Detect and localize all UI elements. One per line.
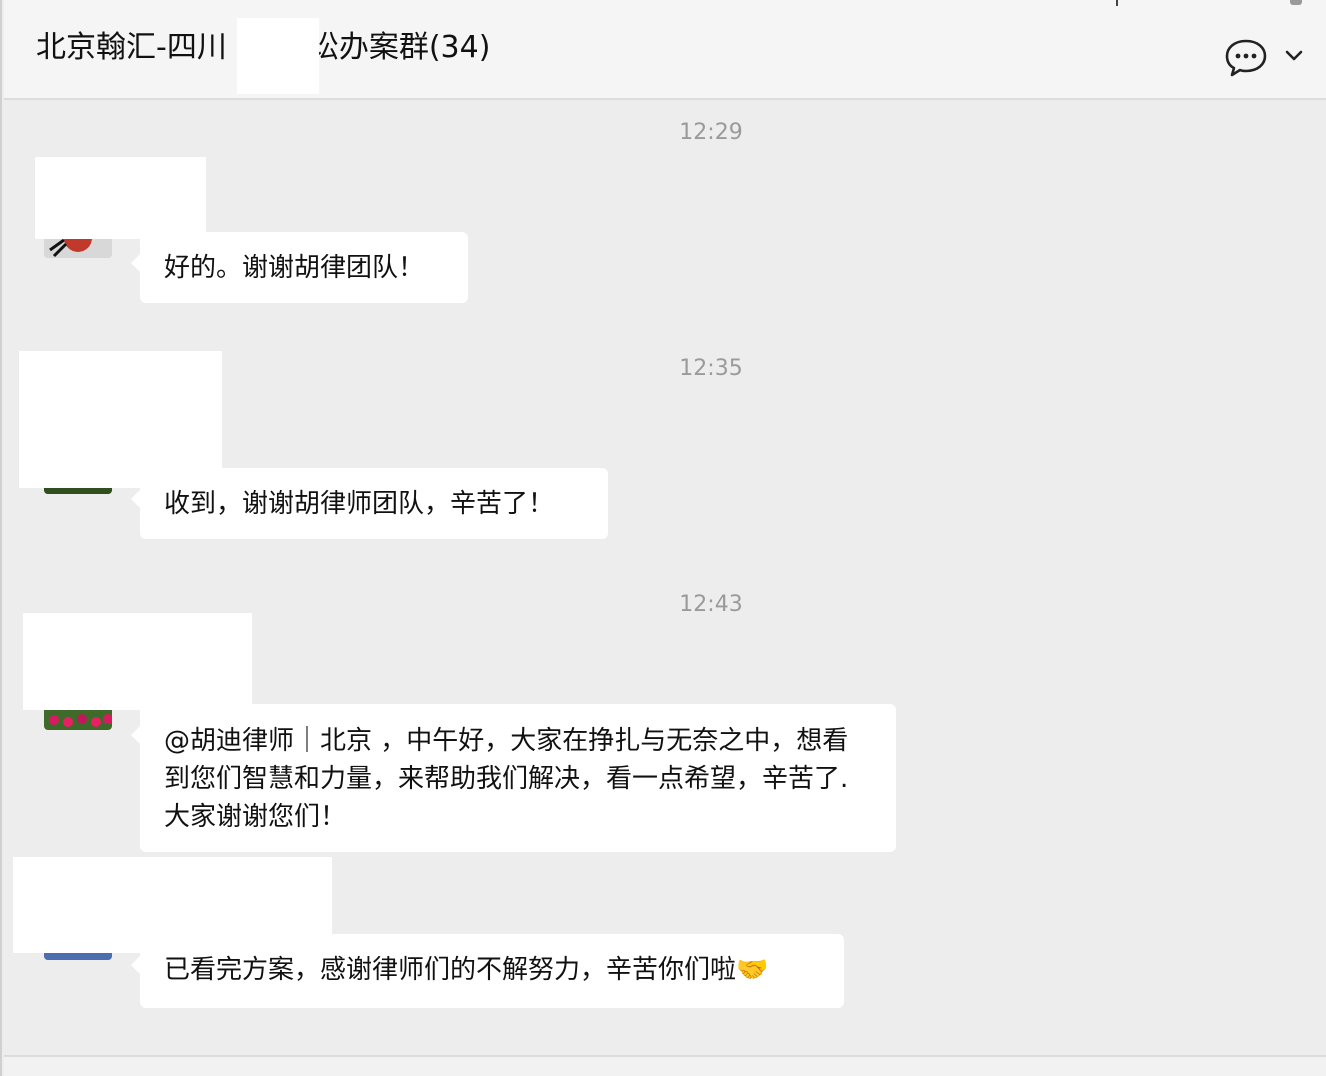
toolbar-tick <box>1290 0 1302 5</box>
message-bubble[interactable]: 收到，谢谢胡律师团队，辛苦了！ <box>131 468 608 539</box>
message-text: 收到，谢谢胡律师团队，辛苦了！ <box>164 489 555 519</box>
message-text: 已看完方案，感谢律师们的不解努力，辛苦你们啦🤝 <box>164 955 769 985</box>
chat-title-prefix: 北京翰汇-四川 <box>36 30 227 65</box>
message-timestamp: 12:35 <box>679 356 743 381</box>
redaction-mask <box>237 18 319 94</box>
message-text: 好的。谢谢胡律团队！ <box>164 253 425 283</box>
redaction-mask <box>35 157 206 239</box>
chat-header: 北京翰汇-四川 诉讼办案群(34) <box>4 0 1326 100</box>
chat-bubble-icon[interactable] <box>1224 38 1268 78</box>
message-input-area[interactable] <box>4 1057 1326 1076</box>
message-text: @胡迪律师｜北京 ，中午好，大家在挣扎与无奈之中，想看到您们智慧和力量，来帮助我… <box>164 726 849 832</box>
message-bubble[interactable]: 好的。谢谢胡律团队！ <box>131 232 468 303</box>
message-timestamp: 12:43 <box>679 592 743 617</box>
message-bubble[interactable]: 已看完方案，感谢律师们的不解努力，辛苦你们啦🤝 <box>131 934 844 1008</box>
chat-window: 北京翰汇-四川诉讼办案群(34) 12:29 好的。谢谢胡律团队！ 12:35 <box>0 0 1326 1076</box>
redaction-mask <box>23 613 252 710</box>
chevron-down-icon[interactable] <box>1284 48 1304 64</box>
message-timestamp: 12:29 <box>679 120 743 145</box>
message-bubble[interactable]: @胡迪律师｜北京 ，中午好，大家在挣扎与无奈之中，想看到您们智慧和力量，来帮助我… <box>131 704 896 852</box>
toolbar-tick <box>1116 0 1118 6</box>
